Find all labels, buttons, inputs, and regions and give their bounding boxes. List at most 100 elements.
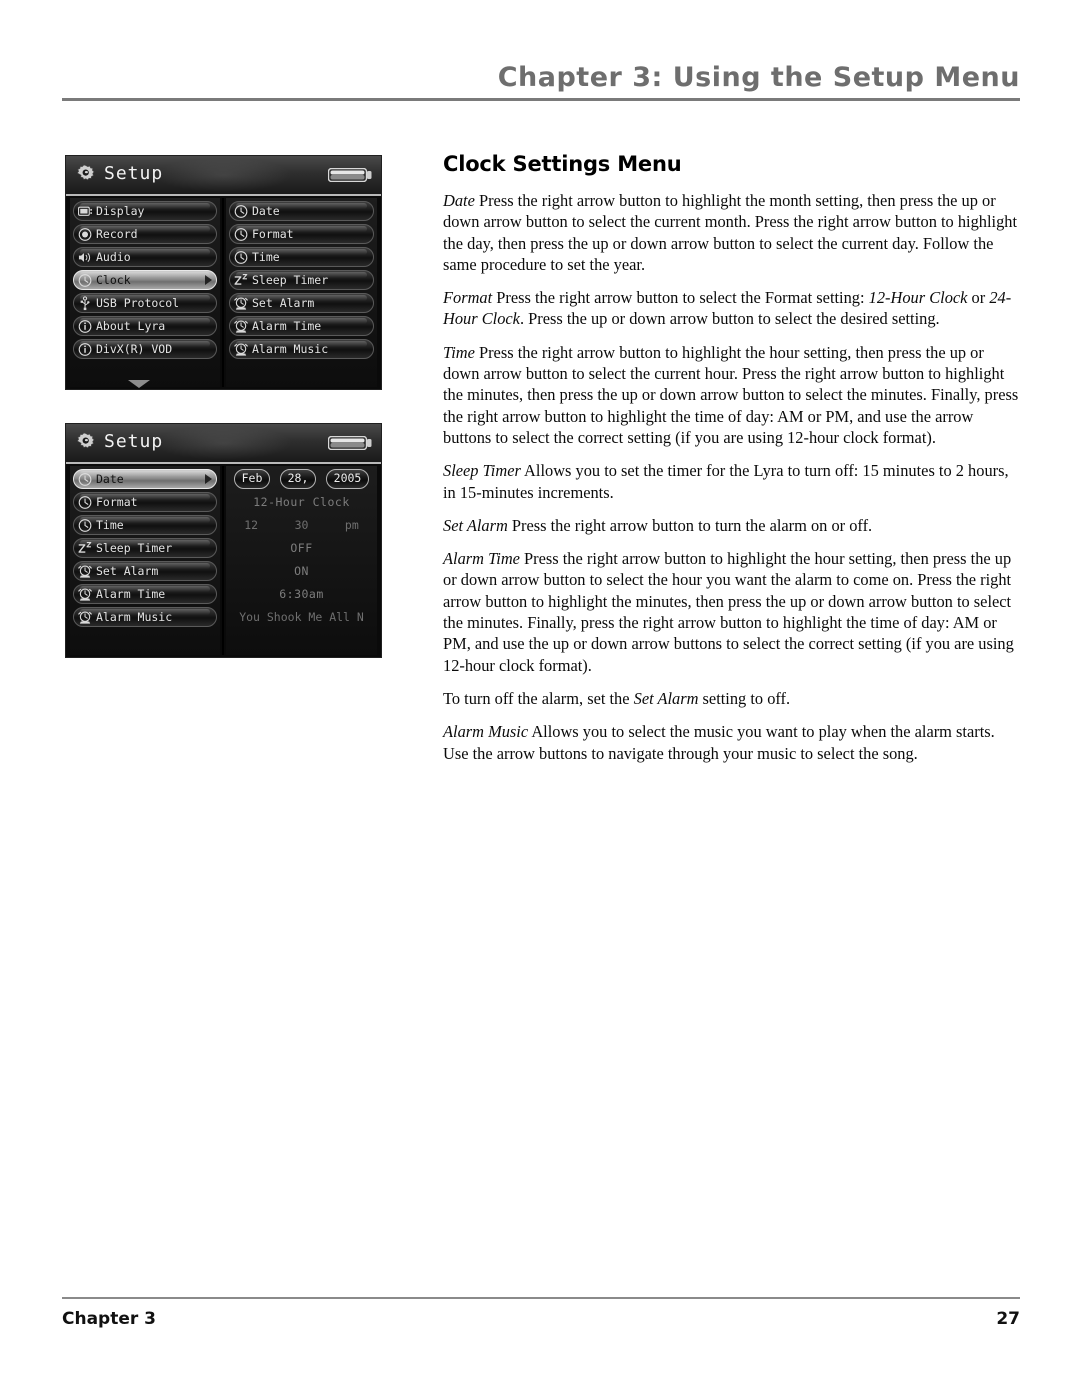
scroll-down-icon[interactable] bbox=[128, 380, 150, 388]
paragraph-term: Format bbox=[443, 288, 493, 308]
set-alarm-value: ON bbox=[294, 564, 309, 578]
clock-submenu-item-alarm-time[interactable]: Alarm Time bbox=[229, 316, 374, 336]
header-divider bbox=[62, 98, 1020, 101]
menu-item-label: Date bbox=[96, 472, 124, 486]
paragraph-term: Alarm Time bbox=[443, 549, 520, 569]
clock-icon bbox=[77, 518, 94, 533]
setup-item-audio[interactable]: Audio bbox=[73, 247, 217, 267]
clock-item-alarm-time[interactable]: Alarm Time bbox=[73, 584, 217, 604]
alarm-time-value: 6:30am bbox=[279, 587, 324, 601]
device-screenshot-setup-main: Setup Display Record Audio Clock USB Protoco… bbox=[65, 155, 382, 390]
gear-icon bbox=[74, 163, 98, 187]
menu-item-label: Set Alarm bbox=[252, 296, 315, 310]
time-value-row: 12 30 pm bbox=[226, 515, 377, 535]
clock-submenu-item-time[interactable]: Time bbox=[229, 247, 374, 267]
menu-item-label: Time bbox=[252, 250, 280, 264]
menu-item-label: Time bbox=[96, 518, 124, 532]
clock-item-sleep-timer[interactable]: Sleep Timer bbox=[73, 538, 217, 558]
setup-item-divx-r-vod[interactable]: DivX(R) VOD bbox=[73, 339, 217, 359]
format-value: 12-Hour Clock bbox=[253, 495, 350, 509]
article-text-column: Clock Settings Menu Date Press the right… bbox=[443, 152, 1020, 776]
setup-item-usb-protocol[interactable]: USB Protocol bbox=[73, 293, 217, 313]
speaker-icon bbox=[77, 250, 94, 265]
alarm-clock-icon bbox=[77, 587, 94, 602]
clock-icon bbox=[77, 495, 94, 510]
battery-icon bbox=[327, 435, 372, 451]
clock-menu-left-column: Date Format Time Sleep Timer Set Alarm Alarm … bbox=[70, 466, 220, 655]
clock-item-alarm-music[interactable]: Alarm Music bbox=[73, 607, 217, 627]
alarm-clock-icon bbox=[77, 610, 94, 625]
date-year-chip[interactable]: 2005 bbox=[325, 469, 370, 489]
emphasis-1: 12-Hour Clock bbox=[868, 288, 968, 308]
setup-menu-right-column: Date Format Time Sleep Timer Set Alarm Alarm … bbox=[226, 198, 377, 387]
gear-icon bbox=[74, 431, 98, 455]
setup-menu-left-column: Display Record Audio Clock USB Protocol About… bbox=[70, 198, 220, 387]
menu-item-label: Display bbox=[96, 204, 145, 218]
paragraph-4: Sleep Timer Allows you to set the timer … bbox=[443, 461, 1009, 502]
device-title: Setup bbox=[104, 163, 164, 184]
menu-item-label: Format bbox=[252, 227, 294, 241]
battery-icon bbox=[327, 167, 372, 183]
paragraph-term: Time bbox=[443, 342, 475, 362]
alarm-clock-icon bbox=[233, 342, 250, 357]
page-header: Chapter 3: Using the Setup Menu bbox=[62, 62, 1020, 112]
menu-item-label: Sleep Timer bbox=[96, 541, 173, 555]
page-footer: Chapter 3 27 bbox=[62, 1297, 1020, 1337]
menu-item-label: Alarm Time bbox=[96, 587, 166, 601]
clock-item-time[interactable]: Time bbox=[73, 515, 217, 535]
paragraph-term: Set Alarm bbox=[443, 515, 508, 535]
paragraph-term: Date bbox=[443, 191, 475, 210]
setup-item-about-lyra[interactable]: About Lyra bbox=[73, 316, 217, 336]
clock-icon bbox=[77, 273, 94, 288]
alarm-clock-icon bbox=[233, 296, 250, 311]
paragraph-list: Date Press the right arrow button to hig… bbox=[443, 190, 1020, 764]
paragraph-term: Sleep Timer bbox=[443, 461, 521, 481]
menu-item-label: Sleep Timer bbox=[252, 273, 329, 287]
setup-item-clock[interactable]: Clock bbox=[73, 270, 217, 290]
menu-item-label: Set Alarm bbox=[96, 564, 159, 578]
paragraph-7: To turn off the alarm, set the Set Alarm… bbox=[443, 688, 791, 708]
display-icon bbox=[77, 204, 94, 219]
date-month-chip[interactable]: Feb bbox=[233, 469, 271, 489]
menu-item-label: Alarm Music bbox=[252, 342, 329, 356]
setup-item-record[interactable]: Record bbox=[73, 224, 217, 244]
time-minute-value: 30 bbox=[294, 518, 309, 532]
clock-icon bbox=[233, 250, 250, 265]
menu-item-label: DivX(R) VOD bbox=[96, 342, 173, 356]
device-title: Setup bbox=[104, 431, 164, 452]
clock-submenu-item-alarm-music[interactable]: Alarm Music bbox=[229, 339, 374, 359]
clock-icon bbox=[233, 204, 250, 219]
emphasis-1: Set Alarm bbox=[633, 688, 699, 708]
alarm-clock-icon bbox=[77, 564, 94, 579]
clock-icon bbox=[77, 472, 94, 487]
column-divider bbox=[222, 466, 224, 655]
clock-submenu-item-format[interactable]: Format bbox=[229, 224, 374, 244]
menu-item-label: Format bbox=[96, 495, 138, 509]
clock-item-date[interactable]: Date bbox=[73, 469, 217, 489]
sleep-timer-icon bbox=[233, 273, 250, 288]
clock-submenu-item-date[interactable]: Date bbox=[229, 201, 374, 221]
date-day-chip[interactable]: 28, bbox=[279, 469, 317, 489]
footer-page-number: 27 bbox=[996, 1309, 1020, 1329]
device-body: Display Record Audio Clock USB Protocol About… bbox=[66, 196, 381, 389]
paragraph-term: Alarm Music bbox=[443, 722, 529, 742]
menu-item-label: About Lyra bbox=[96, 319, 166, 333]
paragraph-2: Format Press the right arrow button to s… bbox=[443, 288, 1012, 329]
clock-submenu-item-sleep-timer[interactable]: Sleep Timer bbox=[229, 270, 374, 290]
clock-submenu-item-set-alarm[interactable]: Set Alarm bbox=[229, 293, 374, 313]
setup-item-display[interactable]: Display bbox=[73, 201, 217, 221]
clock-values-column: Feb 28, 2005 12-Hour Clock 12 30 pm OFF ON 6:30am… bbox=[226, 466, 377, 655]
device-titlebar: Setup bbox=[66, 424, 381, 464]
info-icon bbox=[77, 319, 94, 334]
footer-divider bbox=[62, 1297, 1020, 1299]
paragraph-6: Alarm Time Press the right arrow button … bbox=[443, 549, 1014, 675]
clock-item-set-alarm[interactable]: Set Alarm bbox=[73, 561, 217, 581]
menu-item-label: Record bbox=[96, 227, 138, 241]
footer-chapter-label: Chapter 3 bbox=[62, 1309, 157, 1329]
menu-item-label: Alarm Time bbox=[252, 319, 322, 333]
clock-item-format[interactable]: Format bbox=[73, 492, 217, 512]
chevron-right-icon bbox=[205, 275, 212, 285]
device-screenshot-clock-settings: Setup Date Format Time Sleep Timer Set Alarm… bbox=[65, 423, 382, 658]
time-meridiem-value: pm bbox=[344, 518, 359, 532]
chapter-heading: Chapter 3: Using the Setup Menu bbox=[497, 62, 1020, 93]
